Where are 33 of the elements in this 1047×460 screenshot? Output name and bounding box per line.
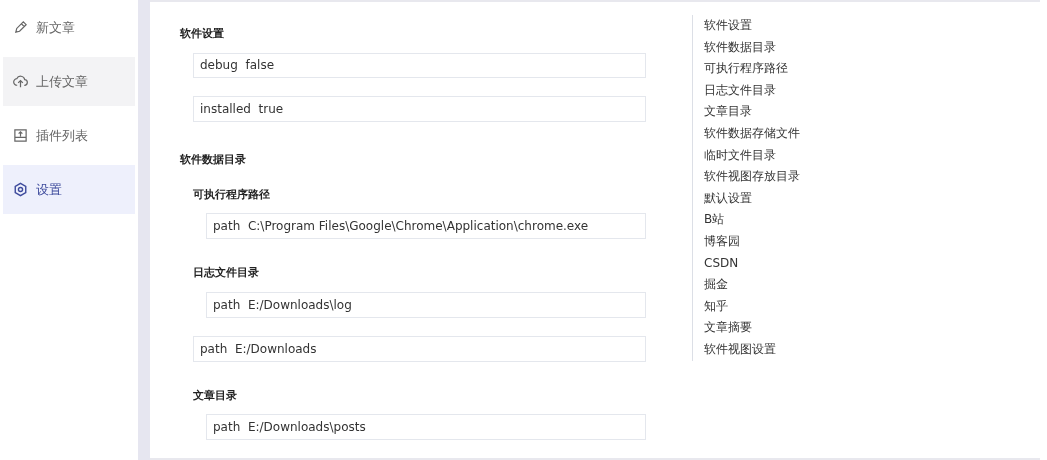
outline-link[interactable]: 默认设置 (704, 187, 752, 210)
sidebar-item[interactable]: 上传文章 (3, 57, 135, 106)
sidebar-item[interactable]: 设置 (3, 165, 135, 214)
outline-link[interactable]: 掘金 (704, 274, 728, 296)
outline-link[interactable]: 日志文件目录 (704, 79, 776, 102)
outline-link[interactable]: 临时文件目录 (704, 144, 776, 167)
outline-link[interactable]: CSDN (704, 252, 739, 275)
subsection-heading: 日志文件目录 (193, 265, 259, 282)
outline-link[interactable]: 知乎 (704, 295, 728, 318)
outline-link[interactable]: 软件视图存放目录 (704, 166, 800, 188)
text-field[interactable]: path E:/Downloads\posts (206, 414, 646, 441)
outline-link[interactable]: 博客园 (704, 230, 740, 253)
text-field[interactable]: installed true (193, 96, 646, 123)
tray-icon (13, 128, 28, 143)
text-field[interactable]: path E:/Downloads (193, 335, 646, 362)
cloud-upload-icon (13, 74, 28, 89)
outline-link[interactable]: B站 (704, 209, 725, 231)
outline-link[interactable]: 文章摘要 (704, 317, 752, 339)
outline-link[interactable]: 软件数据存储文件 (704, 122, 800, 145)
text-field[interactable]: path E:/Downloads\log (206, 291, 646, 318)
subsection-heading: 文章目录 (193, 387, 237, 404)
settings-icon (13, 182, 28, 197)
pencil-icon (13, 20, 28, 35)
section-heading: 软件设置 (180, 26, 224, 42)
outline-link[interactable]: 软件视图设置 (704, 338, 776, 361)
text-field[interactable]: path C:\Program Files\Google\Chrome\Application\chrome.exe (206, 213, 646, 240)
outline-link[interactable]: 软件数据目录 (704, 36, 776, 59)
outline-link[interactable]: 软件设置 (704, 15, 752, 37)
section-heading: 软件数据目录 (180, 152, 246, 169)
outline-link[interactable]: 可执行程序路径 (704, 58, 788, 80)
text-field[interactable]: debug false (193, 52, 646, 79)
outline-link[interactable]: 文章目录 (704, 101, 752, 123)
subsection-heading: 可执行程序路径 (193, 186, 270, 203)
